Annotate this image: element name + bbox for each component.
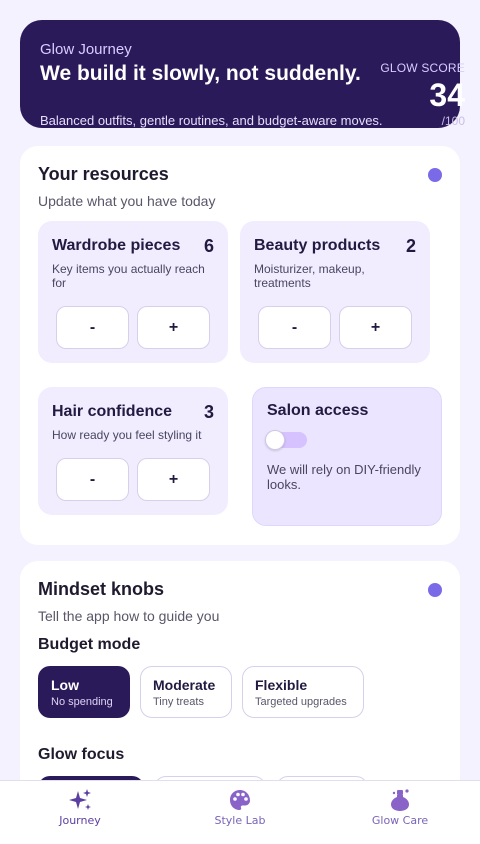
hair-tile: Hair confidence 3 How ready you feel sty… — [38, 387, 228, 515]
wardrobe-increment-button[interactable]: + — [137, 306, 210, 349]
budget-mode-label: Budget mode — [38, 636, 141, 653]
option-sub: No spending — [51, 696, 113, 708]
tile-title: Beauty products — [254, 237, 381, 254]
beauty-tile: Beauty products 2 Moisturizer, makeup, t… — [240, 221, 430, 363]
hair-increment-button[interactable]: + — [137, 458, 210, 501]
option-sub: Targeted upgrades — [255, 696, 347, 708]
tile-desc: Moisturizer, makeup, treatments — [254, 262, 365, 290]
nav-label: Journey — [59, 814, 101, 827]
toggle-knob — [265, 430, 285, 450]
glow-score-label: GLOW SCORE — [380, 61, 465, 75]
glow-hero-card: Glow Journey We build it slowly, not sud… — [20, 20, 465, 128]
mindset-subtitle: Tell the app how to guide you — [38, 608, 220, 624]
wardrobe-tile: Wardrobe pieces 6 Key items you actually… — [38, 221, 228, 363]
resources-card: Your resources Update what you have toda… — [20, 146, 460, 545]
budget-option-low[interactable]: Low No spending — [38, 666, 130, 718]
nav-item-journey[interactable]: Journey — [0, 781, 160, 844]
beauty-increment-button[interactable]: + — [339, 306, 412, 349]
tile-title: Wardrobe pieces — [52, 237, 181, 254]
option-title: Moderate — [153, 677, 216, 693]
nav-label: Glow Care — [371, 814, 429, 827]
hero-subtitle: Balanced outfits, gentle routines, and b… — [40, 113, 383, 128]
glow-score-value: 34 — [429, 77, 465, 113]
tile-desc: How ready you feel styling it — [52, 428, 202, 442]
sparkles-icon — [69, 789, 91, 810]
potion-icon — [391, 789, 409, 811]
tile-title: Hair confidence — [52, 403, 173, 420]
option-sub: Tiny treats — [153, 696, 204, 708]
hero-kicker: Glow Journey — [40, 41, 132, 58]
salon-access-toggle[interactable] — [265, 430, 307, 450]
bottom-navigation: Journey Style Lab Glow Care — [0, 780, 480, 844]
status-dot — [428, 583, 442, 597]
salon-title: Salon access — [267, 402, 369, 419]
option-title: Low — [51, 677, 79, 693]
mindset-title: Mindset knobs — [38, 579, 165, 599]
option-title: Flexible — [255, 677, 308, 693]
hair-decrement-button[interactable]: - — [56, 458, 129, 501]
tile-count: 3 — [203, 402, 214, 422]
glow-score-max: /100 — [441, 114, 465, 128]
budget-option-flexible[interactable]: Flexible Targeted upgrades — [242, 666, 364, 718]
beauty-decrement-button[interactable]: - — [258, 306, 331, 349]
salon-desc: We will rely on DIY-friendly looks. — [267, 462, 421, 492]
hero-headline: We build it slowly, not suddenly. — [40, 62, 361, 85]
nav-item-glow-care[interactable]: Glow Care — [320, 781, 480, 844]
wardrobe-decrement-button[interactable]: - — [56, 306, 129, 349]
resources-subtitle: Update what you have today — [38, 193, 216, 209]
nav-item-style-lab[interactable]: Style Lab — [160, 781, 320, 844]
tile-count: 2 — [405, 236, 416, 256]
tile-count: 6 — [203, 236, 214, 256]
status-dot — [428, 168, 442, 182]
glow-focus-label: Glow focus — [38, 746, 125, 763]
palette-icon — [230, 790, 250, 810]
nav-label: Style Lab — [214, 814, 266, 827]
resources-title: Your resources — [38, 164, 169, 184]
budget-option-moderate[interactable]: Moderate Tiny treats — [140, 666, 232, 718]
tile-desc: Key items you actually reach for — [52, 262, 205, 290]
salon-access-tile: Salon access We will rely on DIY-friendl… — [252, 387, 442, 526]
